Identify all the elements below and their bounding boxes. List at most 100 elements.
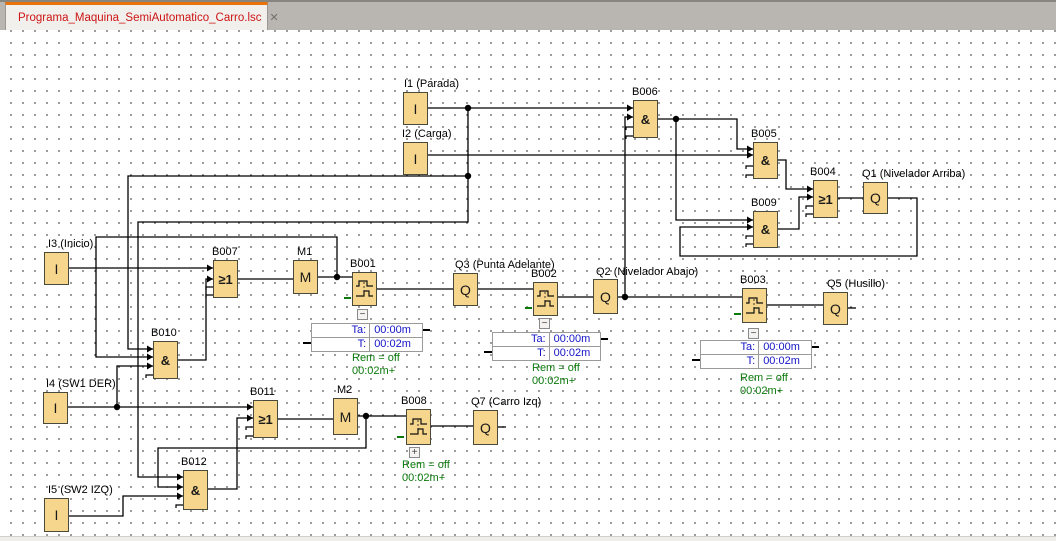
expander-B003[interactable]: −: [748, 328, 759, 339]
block-Q1[interactable]: Q: [863, 182, 888, 214]
note-line: 00:02m+: [740, 385, 788, 398]
param-row: T:00:02m: [701, 354, 811, 368]
wire[interactable]: [778, 160, 813, 189]
block-B007[interactable]: ≥1: [213, 260, 238, 298]
wire[interactable]: [778, 197, 813, 229]
param-value: 00:00m: [549, 333, 600, 346]
flag-symbol: M: [340, 409, 352, 425]
unconnected-input-stub: [806, 214, 813, 217]
param-note-B003: Rem = off00:02m+: [740, 372, 788, 398]
param-label: T:: [701, 355, 758, 368]
expander-B001[interactable]: −: [357, 309, 368, 320]
unconnected-input-stub: [746, 175, 753, 178]
label-I4: I4 (SW1 DER): [46, 378, 116, 390]
label-I2: I2 (Carga): [402, 128, 452, 140]
output-symbol: Q: [480, 420, 491, 436]
note-line: 00:02m+: [402, 472, 450, 485]
wire[interactable]: [658, 119, 753, 149]
label-Q1: Q1 (Nivelador Arriba): [862, 168, 965, 180]
block-I3[interactable]: I: [44, 252, 69, 285]
block-I4[interactable]: I: [43, 392, 68, 424]
unconnected-input-stub: [246, 436, 253, 439]
wire[interactable]: [69, 496, 183, 516]
block-B006[interactable]: &: [633, 100, 658, 138]
block-Q3[interactable]: Q: [453, 273, 478, 306]
block-Q2[interactable]: Q: [593, 279, 618, 314]
tab-close-icon[interactable]: ✕: [268, 11, 281, 24]
param-row: Ta:00:00m: [312, 324, 422, 337]
label-B009: B009: [751, 197, 777, 209]
bottom-scroll-strip: [0, 536, 1056, 541]
label-B008: B008: [401, 395, 427, 407]
junction-dot: [114, 404, 120, 410]
param-row: Ta:00:00m: [493, 333, 600, 346]
timer-icon: [744, 295, 765, 317]
block-B010[interactable]: &: [153, 341, 178, 379]
label-B012: B012: [181, 456, 207, 468]
wire[interactable]: [676, 119, 753, 220]
param-table-B002[interactable]: Ta:00:00mT:00:02m: [492, 332, 601, 361]
wire[interactable]: [178, 279, 213, 360]
param-value: 00:02m: [758, 355, 811, 368]
input-symbol: I: [55, 507, 59, 523]
block-I5[interactable]: I: [44, 498, 69, 532]
label-B003: B003: [740, 274, 766, 286]
diagram-canvas[interactable]: II1 (Parada)II2 (Carga)II3 (Inicio)II4 (…: [0, 30, 1056, 541]
tab-program[interactable]: Programa_Maquina_SemiAutomatico_Carro.ls…: [5, 2, 268, 30]
label-Q2: Q2 (Nivelador Abajo): [596, 266, 698, 278]
param-value: 00:02m: [549, 347, 600, 360]
param-table-B003[interactable]: Ta:00:00mT:00:02m: [700, 340, 812, 369]
block-B009[interactable]: &: [753, 211, 778, 248]
and-symbol: &: [161, 353, 170, 368]
wire[interactable]: [117, 366, 153, 407]
block-B002[interactable]: [533, 282, 558, 316]
param-label: T:: [312, 338, 369, 351]
unconnected-input-stub: [746, 244, 753, 247]
tab-title: Programa_Maquina_SemiAutomatico_Carro.ls…: [18, 12, 262, 24]
label-Q7: Q7 (Carro Izq): [471, 396, 541, 408]
label-I5: I5 (SW2 IZQ): [48, 484, 113, 496]
block-B008[interactable]: [406, 409, 431, 445]
block-B004[interactable]: ≥1: [813, 180, 838, 218]
unconnected-input-stub: [806, 206, 813, 209]
block-M2[interactable]: M: [333, 398, 358, 435]
param-note-B001: Rem = off00:02m+: [352, 352, 400, 378]
label-B001: B001: [350, 258, 376, 270]
label-M2: M2: [337, 384, 352, 396]
block-Q5[interactable]: Q: [823, 292, 848, 325]
block-B005[interactable]: &: [753, 142, 778, 179]
and-symbol: &: [761, 153, 770, 168]
block-B001[interactable]: [352, 272, 377, 306]
block-I1[interactable]: I: [403, 92, 428, 125]
param-label: Ta:: [312, 324, 369, 337]
block-B012[interactable]: &: [183, 470, 208, 510]
param-table-B001[interactable]: Ta:00:00mT:00:02m: [311, 323, 423, 352]
param-note-B002: Rem = off00:02m+: [532, 362, 580, 388]
param-value: 00:00m: [369, 324, 422, 337]
label-B011: B011: [250, 386, 275, 398]
block-Q7[interactable]: Q: [473, 410, 498, 445]
input-symbol: I: [414, 151, 418, 167]
junction-dot: [465, 173, 471, 179]
output-symbol: Q: [460, 282, 471, 298]
or-symbol: ≥1: [218, 272, 232, 287]
label-I3: I3 (Inicio): [48, 238, 93, 250]
block-M1[interactable]: M: [293, 260, 318, 294]
input-symbol: I: [414, 101, 418, 117]
note-line: Rem = off: [740, 372, 788, 385]
label-B002: B002: [531, 268, 557, 280]
timer-icon: [408, 416, 429, 438]
block-B003[interactable]: [742, 288, 767, 323]
param-note-B008: Rem = off00:02m+: [402, 459, 450, 485]
label-B007: B007: [212, 246, 238, 258]
param-label: T:: [493, 347, 549, 360]
or-symbol: ≥1: [258, 412, 272, 427]
output-symbol: Q: [830, 301, 841, 317]
junction-dot: [334, 274, 340, 280]
block-I2[interactable]: I: [403, 142, 428, 175]
block-B011[interactable]: ≥1: [253, 400, 278, 438]
label-B005: B005: [751, 128, 777, 140]
note-line: 00:02m+: [532, 375, 580, 388]
expander-B008[interactable]: +: [409, 447, 420, 458]
expander-B002[interactable]: −: [539, 318, 550, 329]
